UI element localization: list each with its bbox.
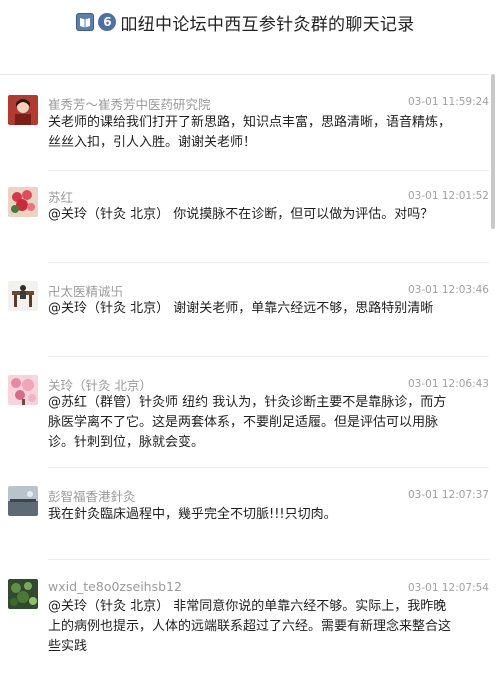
divider xyxy=(48,170,489,171)
number-badge: 6 xyxy=(98,13,117,31)
timestamp: 03-01 11:59:24 xyxy=(407,96,489,108)
message-text: 我在針灸臨床過程中，幾乎完全不切脈!!!只切肉。 xyxy=(48,507,337,522)
message-text: @关玲（针灸 北京） 谢谢关老师，单靠六经远不够，思路特别清晰 xyxy=(48,301,434,316)
sender-name: 关玲（针灸 北京） xyxy=(48,378,152,393)
avatar[interactable] xyxy=(8,187,38,217)
timestamp: 03-01 12:07:54 xyxy=(407,582,489,594)
book-icon xyxy=(76,13,95,31)
sender-name: 崔秀芳～崔秀芳中医药研究院 xyxy=(48,97,211,112)
avatar[interactable] xyxy=(8,95,38,125)
sender-name: wxid_te8o0zseihsb12 xyxy=(48,579,182,594)
page-title: 吅纽中论坛中西互参针灸群的聊天记录 xyxy=(120,14,415,35)
title-group: 6 吅纽中论坛中西互参针灸群的聊天记录 xyxy=(76,10,414,35)
sender-name: 卍太医精诚卐 xyxy=(48,284,124,299)
message-text: @关玲（针灸 北京） 非常同意你说的单靠六经不够。实际上，我昨晚上的病例也提示，… xyxy=(48,599,452,654)
message-text: @苏红（群管）针灸师 纽约 我认为，针灸诊断主要不是靠脉诊，而方脉医学离不了它。… xyxy=(48,395,447,450)
divider xyxy=(48,467,489,468)
avatar[interactable] xyxy=(8,281,38,311)
message-text: @关玲（针灸 北京） 你说摸脉不在诊断，但可以做为评估。对吗？ xyxy=(48,207,434,222)
header: 6 吅纽中论坛中西互参针灸群的聊天记录 xyxy=(0,0,497,44)
divider xyxy=(48,262,489,263)
divider xyxy=(48,559,489,560)
timestamp: 03-01 12:06:43 xyxy=(407,378,489,390)
message-text: 关老师的课给我们打开了新思路，知识点丰富，思路清晰，语音精炼，丝丝入扣，引人入胜… xyxy=(48,115,452,150)
timestamp: 03-01 12:07:37 xyxy=(407,489,489,501)
timestamp: 03-01 12:03:46 xyxy=(407,284,489,296)
scrollbar[interactable] xyxy=(491,74,495,229)
divider xyxy=(48,356,489,357)
timestamp: 03-01 12:01:52 xyxy=(407,190,489,202)
sender-name: 彭智福香港針灸 xyxy=(48,489,136,504)
avatar[interactable] xyxy=(8,375,38,405)
sender-name: 苏红 xyxy=(48,190,74,205)
avatar[interactable] xyxy=(8,579,38,609)
avatar[interactable] xyxy=(8,486,38,516)
